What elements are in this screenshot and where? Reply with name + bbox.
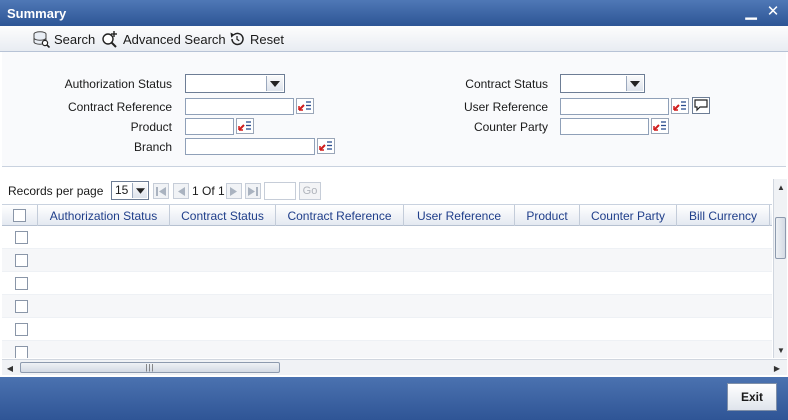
table-row[interactable] (2, 318, 772, 341)
close-icon[interactable]: ✕ (766, 3, 780, 21)
authorization-status-label: Authorization Status (64, 77, 172, 91)
toolbar: Search Advanced Search Reset (0, 26, 788, 52)
list-of-values-icon[interactable] (317, 138, 335, 154)
branch-label: Branch (133, 140, 172, 154)
row-checkbox[interactable] (15, 346, 28, 358)
minimize-icon[interactable]: ▁ (744, 3, 758, 21)
reset-label: Reset (250, 31, 284, 47)
contract-status-label: Contract Status (465, 77, 548, 91)
results-table: Authorization Status Contract Status Con… (2, 204, 772, 358)
contract-status-select[interactable] (560, 74, 645, 93)
table-row[interactable] (2, 272, 772, 295)
column-header[interactable]: Product (515, 205, 580, 226)
chevron-down-icon (132, 183, 147, 198)
column-header[interactable]: Bill Currency (677, 205, 770, 226)
reset-icon (230, 32, 244, 46)
row-checkbox[interactable] (15, 300, 28, 313)
column-header[interactable]: User Reference (404, 205, 515, 226)
reset-button[interactable]: Reset (228, 26, 284, 52)
table-row[interactable] (2, 226, 772, 249)
horizontal-scroll-thumb[interactable]: ||| (20, 362, 280, 373)
select-all-checkbox[interactable] (13, 209, 26, 222)
list-of-values-icon[interactable] (671, 98, 689, 114)
next-page-button[interactable] (226, 183, 242, 199)
column-header[interactable]: Authorization Status (38, 205, 170, 226)
table-header: Authorization Status Contract Status Con… (2, 204, 772, 226)
go-button[interactable]: Go (299, 182, 321, 200)
previous-page-icon (178, 186, 185, 196)
window-titlebar: Summary ▁ ✕ (0, 0, 788, 26)
counter-party-label: Counter Party (473, 120, 548, 134)
records-per-page-value: 15 (115, 183, 129, 197)
last-page-icon (248, 186, 258, 196)
list-of-values-icon[interactable] (296, 98, 314, 114)
product-label: Product (130, 120, 172, 134)
branch-input[interactable] (185, 138, 315, 155)
chevron-down-icon (626, 76, 643, 91)
scroll-down-icon[interactable]: ▼ (775, 344, 787, 356)
table-row[interactable] (2, 249, 772, 272)
last-page-button[interactable] (245, 183, 261, 199)
user-reference-input[interactable] (560, 98, 669, 115)
records-per-page-label: Records per page (8, 184, 104, 198)
database-search-icon (33, 31, 50, 48)
contract-reference-label: Contract Reference (67, 100, 172, 114)
column-header[interactable]: Contract Status (170, 205, 276, 226)
page-info: 1 Of 1 (192, 184, 225, 198)
window-title: Summary (7, 6, 67, 21)
list-of-values-icon[interactable] (236, 118, 254, 134)
column-header[interactable]: Counter Party (580, 205, 677, 226)
horizontal-scrollbar[interactable]: ◀ ||| ▶ (2, 359, 787, 375)
product-input[interactable] (185, 118, 234, 135)
chevron-down-icon (266, 76, 283, 91)
scroll-up-icon[interactable]: ▲ (775, 181, 787, 193)
search-button[interactable]: Search (32, 26, 95, 52)
table-row[interactable] (2, 295, 772, 318)
row-checkbox[interactable] (15, 254, 28, 267)
user-reference-label: User Reference (463, 100, 548, 114)
row-checkbox[interactable] (15, 277, 28, 290)
next-page-icon (230, 186, 237, 196)
search-criteria-panel: Authorization Status Contract Reference … (2, 52, 786, 167)
exit-button[interactable]: Exit (727, 383, 777, 411)
authorization-status-select[interactable] (185, 74, 285, 93)
search-label: Search (54, 31, 96, 47)
row-checkbox[interactable] (15, 323, 28, 336)
advanced-search-icon (102, 31, 117, 48)
select-all-cell (2, 205, 38, 226)
first-page-button[interactable] (153, 183, 169, 199)
scroll-left-icon[interactable]: ◀ (4, 362, 16, 374)
pagination-bar: Records per page 15 1 Of 1 Go (2, 180, 772, 202)
list-of-values-icon[interactable] (651, 118, 669, 134)
table-row[interactable] (2, 341, 772, 358)
scroll-right-icon[interactable]: ▶ (771, 362, 783, 374)
column-header[interactable]: Contract Reference (276, 205, 404, 226)
vertical-scroll-thumb[interactable] (775, 217, 786, 259)
speech-bubble-icon[interactable] (692, 97, 710, 114)
contract-reference-input[interactable] (185, 98, 294, 115)
row-checkbox[interactable] (15, 231, 28, 244)
advanced-search-label: Advanced Search (123, 31, 226, 47)
footer-bar: Exit (0, 377, 788, 420)
vertical-scrollbar[interactable]: ▲ ▼ (773, 179, 787, 358)
page-number-input[interactable] (264, 182, 296, 200)
counter-party-input[interactable] (560, 118, 649, 135)
records-per-page-select[interactable]: 15 (111, 181, 149, 200)
first-page-icon (156, 186, 166, 196)
previous-page-button[interactable] (173, 183, 189, 199)
advanced-search-button[interactable]: Advanced Search (101, 26, 226, 52)
